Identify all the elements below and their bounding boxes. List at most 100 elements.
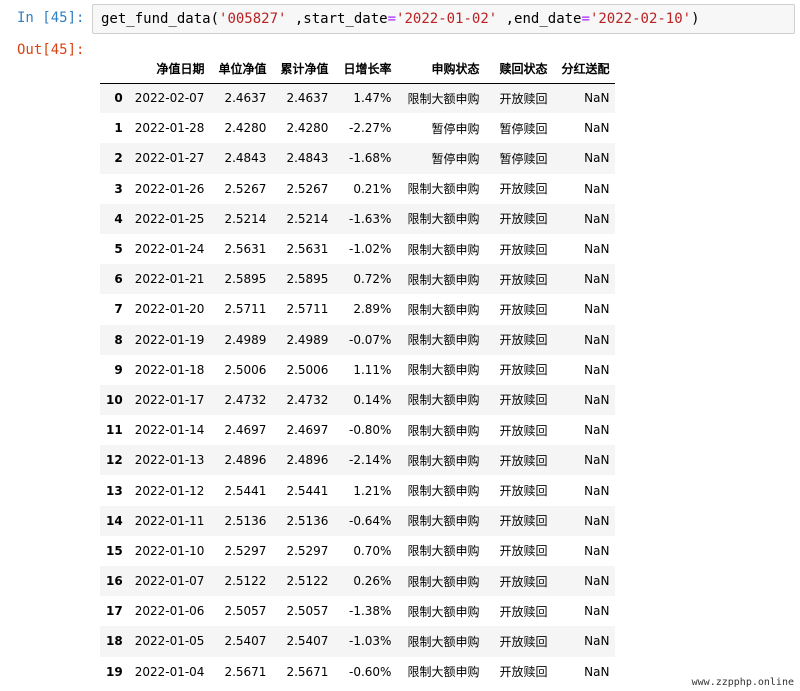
redeem-status: 开放赎回 (499, 363, 548, 378)
row-index: 0 (114, 91, 123, 106)
redeem-status: 开放赎回 (499, 423, 548, 438)
dividend: NaN (584, 91, 610, 106)
row-index: 6 (114, 272, 123, 287)
code-eq-2: = (581, 11, 590, 27)
redeem-status: 开放赎回 (499, 91, 548, 106)
table-row: 8 2022-01-19 2.4989 2.4989 -0.07% 限制大额申购 开放赎回 N… (100, 324, 616, 355)
redeem-status: 开放赎回 (499, 514, 548, 529)
acc-nav: 2.5407 (286, 634, 329, 649)
row-index: 13 (106, 483, 123, 498)
acc-nav: 2.5267 (286, 181, 329, 196)
table-row: 19 2022-01-04 2.5671 2.5671 -0.60% 限制大额申购 开放赎回… (100, 656, 616, 687)
purchase-status: 限制大额申购 (407, 544, 480, 559)
unit-nav: 2.5407 (224, 634, 267, 649)
dividend: NaN (584, 302, 610, 317)
acc-nav: 2.5711 (286, 302, 329, 317)
unit-nav: 2.5057 (224, 604, 267, 619)
dividend: NaN (584, 151, 610, 166)
purchase-status-header: 申购状态 (397, 55, 486, 84)
table-row: 1 2022-01-28 2.4280 2.4280 -2.27% 暂停申购 暂停赎回 NaN (100, 113, 616, 144)
nav-date: 2022-01-05 (134, 634, 205, 649)
table-row: 13 2022-01-12 2.5441 2.5441 1.21% 限制大额申购 开放赎回 N… (100, 475, 616, 506)
table-row: 18 2022-01-05 2.5407 2.5407 -1.03% 限制大额申购 开放赎回… (100, 626, 616, 657)
purchase-status: 限制大额申购 (407, 91, 480, 106)
redeem-status: 开放赎回 (499, 453, 548, 468)
dividend: NaN (584, 513, 610, 528)
redeem-status: 暂停赎回 (499, 151, 548, 166)
table-row: 3 2022-01-26 2.5267 2.5267 0.21% 限制大额申购 开放赎回 Na… (100, 173, 616, 204)
dataframe-table: 净值日期 单位净值 累计净值 日增长率 申购状态 赎回状态 分红送配 0 2022-02-07… (100, 55, 616, 687)
dividend: NaN (584, 121, 610, 136)
unit-nav: 2.5267 (224, 181, 267, 196)
table-row: 5 2022-01-24 2.5631 2.5631 -1.02% 限制大额申购 开放赎回 N… (100, 233, 616, 265)
unit-nav: 2.5631 (224, 242, 267, 257)
dividend: NaN (584, 604, 610, 619)
row-index: 1 (114, 121, 123, 136)
daily-change: -1.63% (349, 211, 392, 226)
unit-nav: 2.5441 (224, 483, 267, 498)
table-row: 17 2022-01-06 2.5057 2.5057 -1.38% 限制大额申购 开放赎回… (100, 596, 616, 627)
unit-nav: 2.4732 (224, 392, 267, 407)
redeem-status: 开放赎回 (499, 302, 548, 317)
table-body: 0 2022-02-07 2.4637 2.4637 1.47% 限制大额申购 开放赎回 Na… (100, 83, 616, 687)
code-kw-end-date: ,end_date (497, 11, 582, 27)
nav-date: 2022-01-27 (134, 151, 205, 166)
redeem-status: 暂停赎回 (499, 121, 548, 136)
acc-nav: 2.5122 (286, 574, 329, 589)
unit-nav: 2.4843 (224, 151, 267, 166)
redeem-status: 开放赎回 (499, 272, 548, 287)
code-close-paren: ) (691, 11, 700, 27)
purchase-status: 限制大额申购 (407, 242, 480, 257)
nav-date: 2022-01-19 (134, 332, 205, 347)
input-cell: In [45]: get_fund_data('005827' ,start_d… (0, 0, 800, 40)
acc-nav: 2.4697 (286, 423, 329, 438)
purchase-status: 限制大额申购 (407, 453, 480, 468)
redeem-status: 开放赎回 (499, 484, 548, 499)
nav-date: 2022-01-21 (134, 272, 205, 287)
purchase-status: 限制大额申购 (407, 182, 480, 197)
code-arg-fund-id: '005827' (219, 11, 287, 27)
row-index: 19 (106, 664, 123, 679)
row-index: 18 (106, 634, 123, 649)
dividend: NaN (584, 332, 610, 347)
nav-date: 2022-01-07 (134, 574, 205, 589)
daily-change-header: 日增长率 (334, 55, 398, 84)
purchase-status: 限制大额申购 (407, 302, 480, 317)
purchase-status: 限制大额申购 (407, 393, 480, 408)
nav-date: 2022-01-04 (134, 664, 205, 679)
nav-date: 2022-01-13 (134, 453, 205, 468)
unit-nav: 2.4989 (224, 332, 267, 347)
unit-nav: 2.5895 (224, 272, 267, 287)
nav-date: 2022-02-07 (134, 91, 205, 106)
purchase-status: 暂停申购 (431, 151, 480, 166)
acc-nav: 2.5441 (286, 483, 329, 498)
code-kw-start-date: ,start_date (286, 11, 388, 27)
acc-nav: 2.5136 (286, 513, 329, 528)
nav-date: 2022-01-17 (134, 392, 205, 407)
redeem-status: 开放赎回 (499, 665, 548, 680)
daily-change: -2.14% (349, 453, 392, 468)
nav-date: 2022-01-12 (134, 483, 205, 498)
dividend: NaN (584, 543, 610, 558)
daily-change: 2.89% (353, 302, 392, 317)
daily-change: -1.02% (349, 242, 392, 257)
acc-nav: 2.4732 (286, 392, 329, 407)
acc-nav: 2.4989 (286, 332, 329, 347)
row-index: 12 (106, 453, 123, 468)
unit-nav: 2.5214 (224, 211, 267, 226)
nav-date: 2022-01-06 (134, 604, 205, 619)
table-row: 11 2022-01-14 2.4697 2.4697 -0.80% 限制大额申购 开放赎回… (100, 415, 616, 446)
unit-nav: 2.4280 (224, 121, 267, 136)
daily-change: -1.38% (349, 604, 392, 619)
code-editor[interactable]: get_fund_data('005827' ,start_date='2022… (92, 4, 795, 34)
purchase-status: 限制大额申购 (407, 604, 480, 619)
redeem-status-header: 赎回状态 (485, 55, 554, 84)
unit-nav: 2.4637 (224, 91, 267, 106)
purchase-status: 限制大额申购 (407, 634, 480, 649)
redeem-status: 开放赎回 (499, 393, 548, 408)
acc-nav: 2.5057 (286, 604, 329, 619)
table-row: 16 2022-01-07 2.5122 2.5122 0.26% 限制大额申购 开放赎回 N… (100, 566, 616, 597)
input-prompt: In [45]: (17, 10, 85, 26)
dividend: NaN (584, 181, 610, 196)
redeem-status: 开放赎回 (499, 212, 548, 227)
